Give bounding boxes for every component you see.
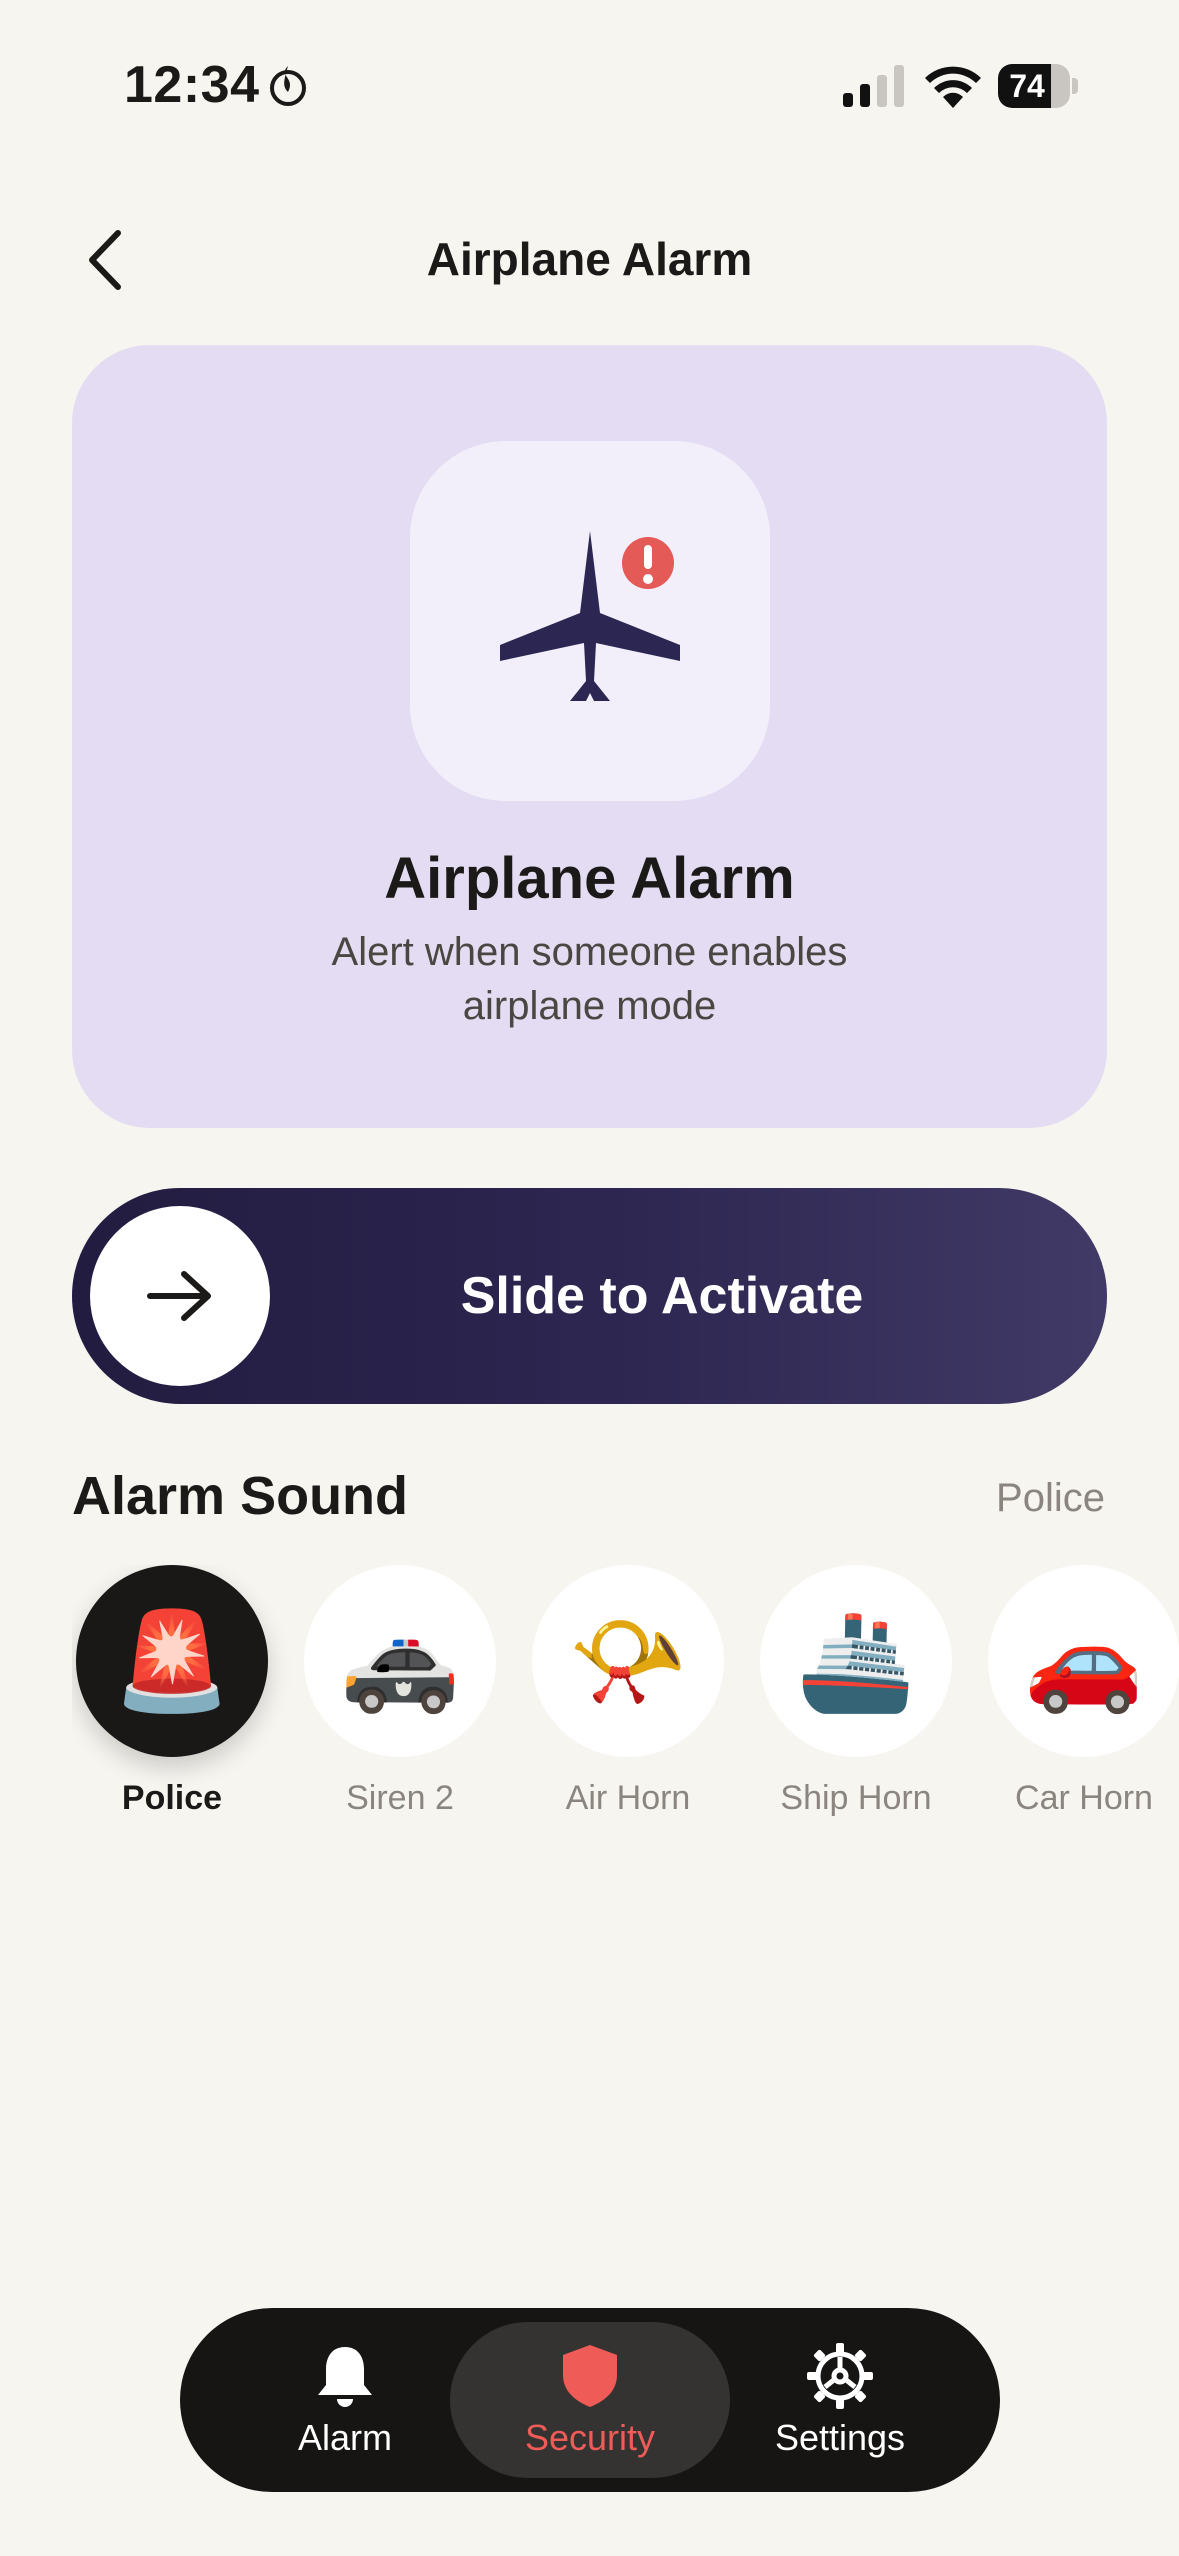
sound-option-label: Car Horn [1015, 1779, 1153, 1817]
status-time: 12:34 [124, 55, 308, 115]
tab-label: Security [524, 2417, 656, 2458]
horn-icon: 📯 [532, 1565, 724, 1757]
sound-option-label: Siren 2 [346, 1779, 454, 1817]
feature-title: Airplane Alarm [384, 846, 795, 911]
tab-label: Settings [774, 2417, 906, 2458]
wifi-icon [925, 66, 981, 108]
battery-indicator: 74 [998, 64, 1078, 108]
car-icon: 🚗 [988, 1565, 1179, 1757]
sound-option-air-horn[interactable]: 📯 Air Horn [528, 1565, 728, 1825]
airplane-alert-icon [500, 531, 680, 701]
tab-label: Alarm [297, 2417, 392, 2458]
slide-to-activate[interactable]: Slide to Activate [72, 1188, 1107, 1404]
bell-icon [318, 2347, 372, 2407]
selected-sound-value: Police [996, 1476, 1105, 1520]
sound-option-label: Ship Horn [780, 1779, 932, 1817]
sound-option-siren-2[interactable]: 🚓 Siren 2 [300, 1565, 500, 1825]
status-bar: 12:34 74 [0, 0, 1179, 175]
sound-option-ship-horn[interactable]: 🚢 Ship Horn [756, 1565, 956, 1825]
sound-option-car-horn[interactable]: 🚗 Car Horn [984, 1565, 1179, 1825]
sound-option-label: Police [121, 1779, 223, 1817]
sound-options-row[interactable]: 🚨 Police 🚓 Siren 2 📯 Air Horn 🚢 Ship Hor… [72, 1565, 1179, 1825]
feature-icon-tile [410, 441, 770, 801]
battery-level: 74 [1009, 67, 1045, 104]
police-siren-icon: 🚨 [76, 1565, 268, 1757]
section-title-alarm-sound: Alarm Sound [72, 1466, 409, 1526]
feature-card: Airplane Alarm Alert when someone enable… [72, 345, 1107, 1128]
flame-icon [269, 66, 306, 106]
ship-icon: 🚢 [760, 1565, 952, 1757]
clock: 12:34 [124, 56, 260, 114]
sound-option-label: Air Horn [565, 1779, 691, 1817]
tab-security[interactable]: Security [450, 2322, 730, 2478]
cellular-signal-icon [843, 65, 904, 107]
slider-label: Slide to Activate [460, 1267, 864, 1325]
tab-settings[interactable]: Settings [730, 2322, 950, 2478]
slider-handle[interactable] [90, 1206, 270, 1386]
police-car-icon: 🚓 [304, 1565, 496, 1757]
bottom-tab-bar: Alarm Security Settings [180, 2308, 1000, 2492]
feature-description: Alert when someone enables airplane mode [331, 930, 848, 1028]
shield-icon [563, 2345, 617, 2407]
sound-option-police[interactable]: 🚨 Police [72, 1565, 272, 1825]
gear-icon [807, 2343, 873, 2409]
arrow-right-icon [147, 1271, 211, 1321]
tab-alarm[interactable]: Alarm [240, 2322, 450, 2478]
page-title: Airplane Alarm [426, 233, 753, 285]
